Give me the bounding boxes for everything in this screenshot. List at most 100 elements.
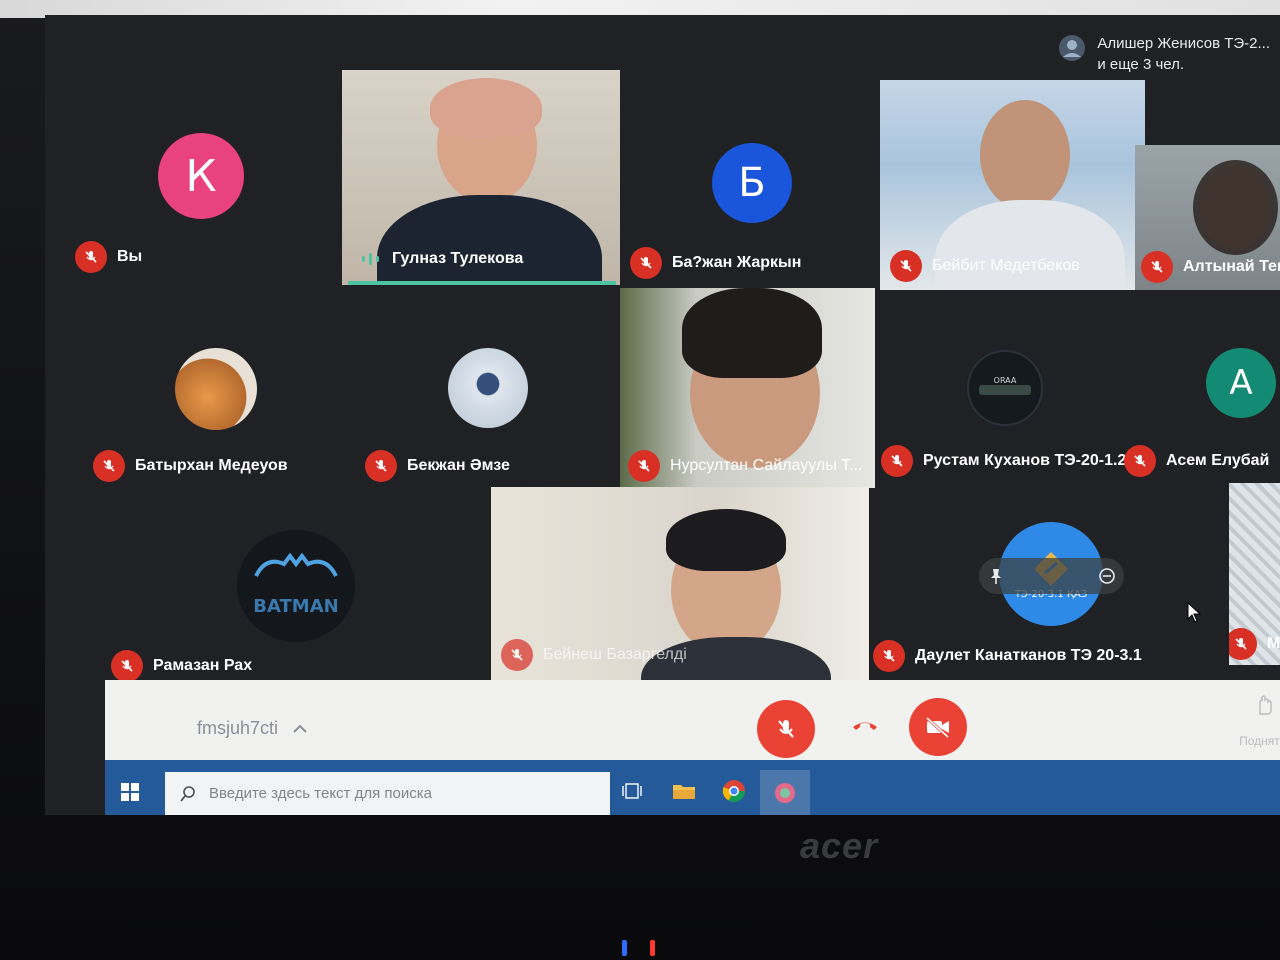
tile-nursultan-label: Нурсултан Сайлауулы Т...: [628, 450, 862, 482]
mic-toggle-button[interactable]: [757, 700, 815, 758]
search-placeholder: Введите здесь текст для поиска: [209, 785, 432, 802]
participant-name: Даулет Канатканов ТЭ 20-3.1: [915, 647, 1142, 664]
mic-off-icon: [1141, 251, 1173, 283]
tile-partial-right[interactable]: Ма: [1229, 483, 1280, 665]
mouse-cursor-icon: [1187, 602, 1202, 623]
tile-nursultan[interactable]: Нурсултан Сайлауулы Т...: [620, 288, 875, 488]
person-hair: [430, 78, 542, 138]
hand-icon: [1259, 695, 1272, 715]
tile-daulet[interactable]: ТЭ-20-3.1 ҚАЗ Даулет Канатканов ТЭ 20-3.…: [869, 490, 1229, 680]
avatar-bekzhan: [448, 348, 528, 428]
tile-altynai-label: Алтынай Тенба: [1141, 251, 1280, 283]
person-silhouette: [980, 100, 1070, 210]
start-button[interactable]: [105, 768, 155, 815]
camera-toggle-button[interactable]: [909, 698, 967, 756]
mic-off-icon: [881, 445, 913, 477]
tile-gulnaz-label: Гулназ Тулекова: [360, 250, 523, 268]
participant-name: Батырхан Медеуов: [135, 457, 288, 474]
tile-beibit-label: Бейбит Медетбеков: [890, 250, 1080, 282]
tile-asem-label: Асем Елубай: [1124, 445, 1269, 477]
tile-rustam[interactable]: ORAA Рустам Куханов ТЭ-20-1.2: [875, 300, 1125, 485]
leave-call-button[interactable]: [845, 705, 885, 745]
tile-ramazan-label: Рамазан Рах: [111, 650, 252, 680]
taskbar-search[interactable]: Введите здесь текст для поиска: [165, 772, 610, 815]
windows-logo-icon: [121, 782, 139, 801]
file-explorer-button[interactable]: [662, 770, 706, 812]
status-led-blue: [622, 940, 627, 956]
tile-daulet-label: Даулет Канатканов ТЭ 20-3.1: [873, 640, 1142, 672]
active-app-button[interactable]: [760, 770, 810, 815]
tile-basargeldi[interactable]: Бейнеш Базаргелді: [491, 487, 869, 680]
task-view-button[interactable]: [610, 770, 654, 812]
phone-hangup-icon: [853, 722, 877, 730]
tile-you[interactable]: К Вы: [45, 75, 340, 285]
mic-off-icon: [93, 450, 125, 482]
tile-you-label: Вы: [75, 241, 142, 273]
active-speaker-bar: [348, 281, 616, 285]
participant-name: Ба?жан Жаркын: [672, 254, 802, 271]
participant-name: Рамазан Рах: [153, 657, 253, 674]
tile-bekzhan-label: Бекжан Әмзе: [365, 450, 510, 482]
avatar-rustam: ORAA: [967, 350, 1043, 426]
meet-call-grid: Алишер Женисов ТЭ-2... и еще 3 чел. К Вы…: [45, 15, 1280, 680]
meeting-controls-bar: fmsjuh7cti Поднять: [105, 680, 1280, 760]
task-view-icon: [622, 783, 642, 799]
raise-hand-button[interactable]: Поднять: [1220, 690, 1280, 750]
batman-logo-icon: BATMAN: [253, 552, 339, 617]
mic-off-icon: [75, 241, 107, 273]
mic-off-icon: [111, 650, 143, 680]
tile-gulnaz[interactable]: Гулназ Тулекова: [342, 70, 620, 285]
mic-off-icon: [501, 639, 533, 671]
participant-name: Асем Елубай: [1166, 452, 1270, 469]
person-hair: [682, 288, 822, 378]
tile-partial-label: Ма: [1229, 628, 1280, 660]
tile-rustam-label: Рустам Куханов ТЭ-20-1.2: [881, 445, 1125, 477]
svg-text:ORAA: ORAA: [994, 376, 1017, 385]
participants-line-2: и еще 3 чел.: [1097, 56, 1185, 73]
participant-name: Алтынай Тенба: [1183, 258, 1280, 275]
participant-name: Ма: [1267, 635, 1280, 652]
mic-off-icon: [1124, 445, 1156, 477]
participant-name: Гулназ Тулекова: [392, 250, 524, 267]
camera-off-icon: [925, 716, 950, 739]
tile-bekzhan[interactable]: Бекжан Әмзе: [345, 300, 620, 490]
tile-bajan-label: Ба?жан Жаркын: [630, 247, 801, 279]
tile-asem[interactable]: А Асем Елубай: [1120, 300, 1280, 485]
search-icon: [180, 785, 195, 802]
folder-icon: [673, 785, 695, 799]
mic-off-icon: [778, 720, 794, 738]
tile-altynai[interactable]: Алтынай Тенба: [1135, 145, 1280, 290]
laptop-brand-logo: acer: [800, 825, 879, 866]
meeting-details[interactable]: fmsjuh7cti: [197, 718, 308, 739]
svg-text:BATMAN: BATMAN: [253, 596, 338, 617]
avatar-asem: А: [1206, 348, 1276, 418]
raise-hand-label: Поднять: [1239, 734, 1280, 748]
mic-off-icon: [630, 247, 662, 279]
tile-ramazan[interactable]: BATMAN Рамазан Рах: [105, 490, 490, 680]
avatar-you: К: [158, 133, 244, 219]
speaking-indicator-icon: [362, 253, 379, 265]
participants-summary[interactable]: Алишер Женисов ТЭ-2... и еще 3 чел.: [1055, 33, 1270, 75]
car-logo-icon: ORAA: [979, 376, 1031, 395]
chevron-up-icon: [293, 724, 307, 733]
tile-bajan[interactable]: Б Ба?жан Жаркын: [622, 75, 880, 290]
remove-icon[interactable]: [1098, 567, 1116, 585]
pin-icon[interactable]: [987, 567, 1005, 585]
participant-name: Бейбит Медетбеков: [932, 257, 1080, 274]
avatar-ramazan: BATMAN: [237, 530, 355, 642]
participants-line-1: Алишер Женисов ТЭ-2...: [1097, 35, 1270, 52]
person-hair: [666, 509, 786, 571]
meeting-code: fmsjuh7cti: [197, 718, 279, 738]
avatar-batyrkhan: [175, 348, 257, 430]
status-led-red: [650, 940, 655, 956]
tile-batyrkhan-label: Батырхан Медеуов: [93, 450, 288, 482]
laptop-screen: Алишер Женисов ТЭ-2... и еще 3 чел. К Вы…: [45, 15, 1280, 815]
chrome-icon: [722, 780, 745, 802]
participant-name: Бейнеш Базаргелді: [543, 646, 687, 663]
tile-batyrkhan[interactable]: Батырхан Медеуов: [45, 300, 345, 490]
mic-off-icon: [628, 450, 660, 482]
participant-avatars-icon: [1059, 35, 1086, 61]
tile-beibit[interactable]: Бейбит Медетбеков: [880, 80, 1145, 290]
chrome-button[interactable]: [712, 770, 756, 812]
participant-name: Вы: [117, 248, 143, 265]
